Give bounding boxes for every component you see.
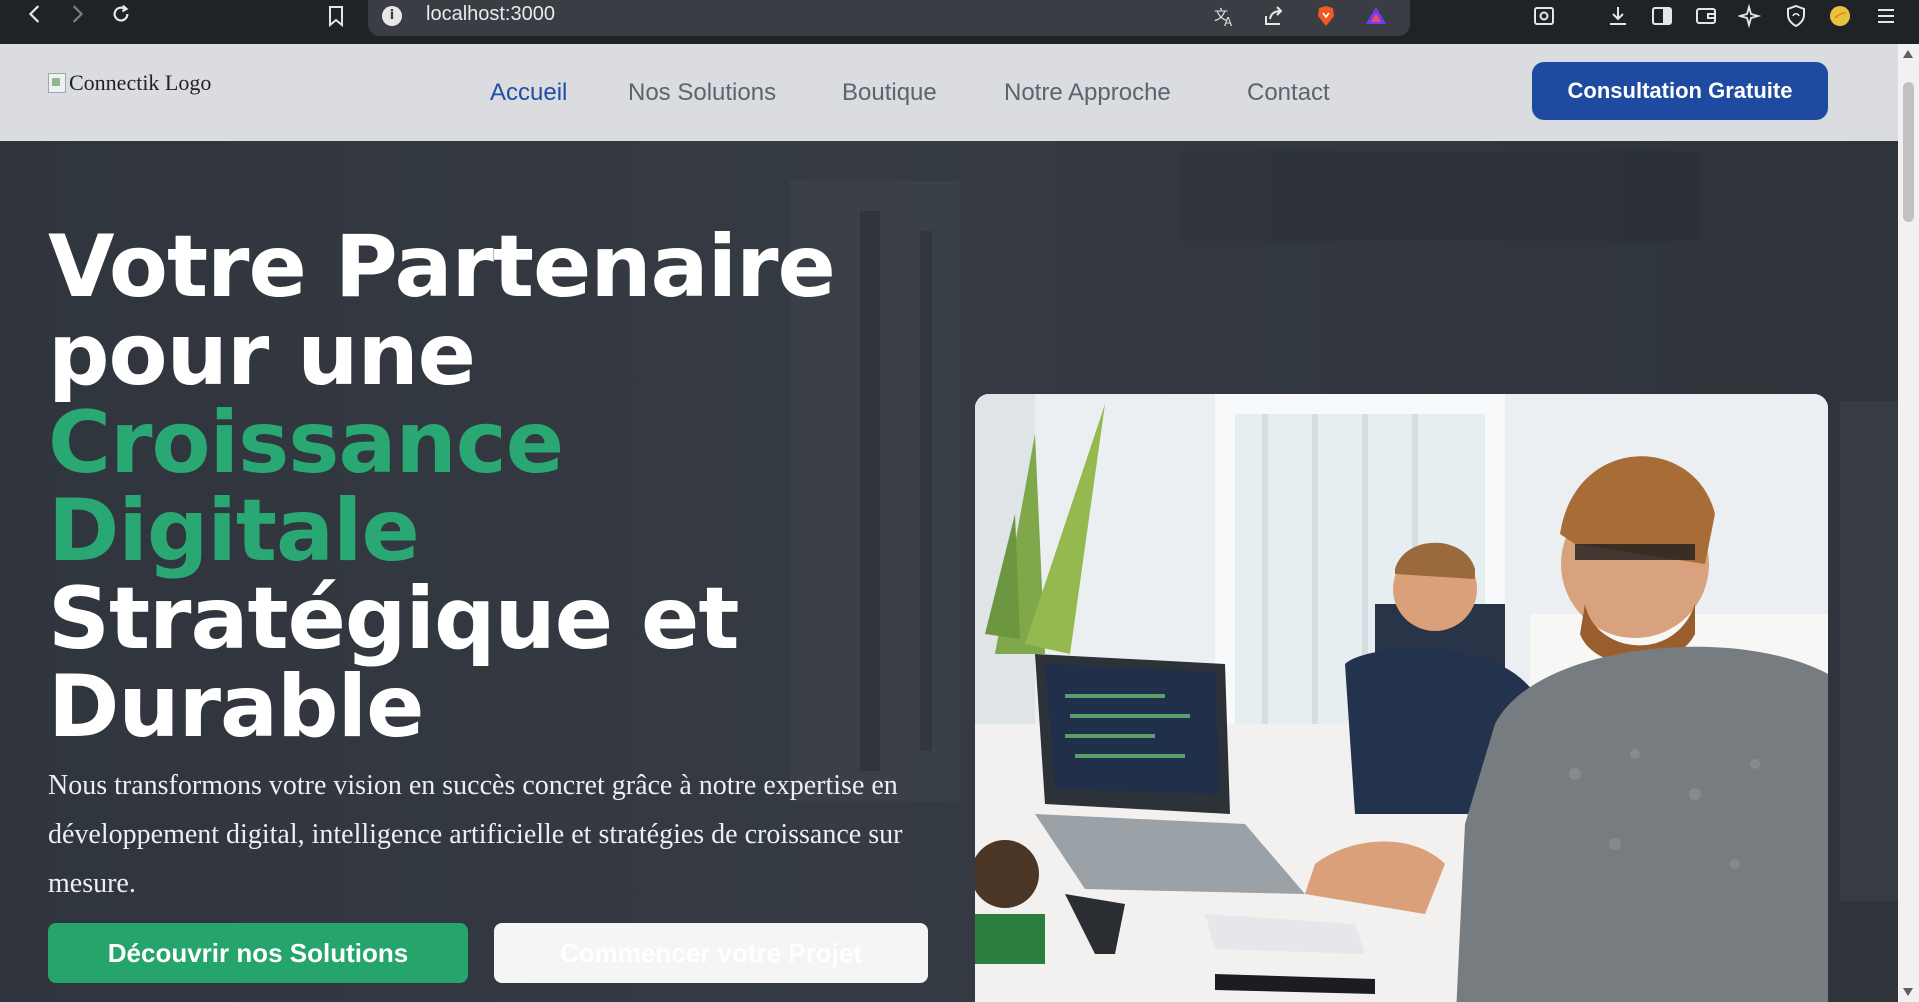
address-bar[interactable]: i localhost:3000 文A	[368, 0, 1410, 36]
hero-section: Votre Partenaire pour une Croissance Dig…	[0, 141, 1898, 1002]
hero-title-highlight: Croissance	[48, 392, 564, 493]
start-project-button[interactable]: Commencer votre Projet	[494, 923, 928, 983]
page-viewport: Connectik Logo Accueil Nos Solutions Bou…	[0, 44, 1898, 1002]
hero-title-line: pour une	[48, 304, 476, 405]
nav-item-boutique[interactable]: Boutique	[842, 79, 937, 107]
broken-image-icon	[48, 73, 66, 93]
forward-icon[interactable]	[62, 0, 92, 28]
logo[interactable]: Connectik Logo	[48, 70, 211, 96]
hero-title-line: Stratégique et	[48, 568, 739, 669]
office-workers-illustration	[975, 394, 1828, 1002]
sidebar-icon[interactable]	[1648, 2, 1676, 30]
hero-title-line: Votre Partenaire	[48, 216, 836, 317]
menu-icon[interactable]	[1872, 2, 1900, 30]
site-header: Connectik Logo Accueil Nos Solutions Bou…	[0, 44, 1898, 141]
share-icon[interactable]	[1260, 2, 1288, 30]
url-text: localhost:3000	[426, 3, 555, 25]
translate-icon[interactable]: 文A	[1210, 2, 1238, 30]
back-icon[interactable]	[20, 0, 50, 28]
svg-text:A: A	[1224, 15, 1233, 28]
browser-toolbar: i localhost:3000 文A	[0, 0, 1919, 44]
triangle-icon[interactable]	[1362, 2, 1390, 30]
brave-icon[interactable]	[1312, 2, 1340, 30]
hero-description: Nous transformons votre vision en succès…	[48, 770, 903, 899]
scroll-thumb[interactable]	[1903, 82, 1914, 222]
hero-title: Votre Partenaire pour une Croissance Dig…	[48, 223, 948, 751]
scroll-up-icon[interactable]	[1903, 50, 1913, 58]
logo-alt-text: Connectik Logo	[69, 70, 212, 95]
nav-item-notre-approche[interactable]: Notre Approche	[1004, 79, 1171, 107]
ai-icon[interactable]	[1736, 2, 1764, 30]
hero-photo	[975, 394, 1828, 1002]
profile-icon[interactable]	[1826, 2, 1854, 30]
wallet-icon[interactable]	[1692, 2, 1720, 30]
bookmark-icon[interactable]	[322, 2, 350, 30]
screenshot-icon[interactable]	[1530, 2, 1558, 30]
shield-icon[interactable]	[1782, 2, 1810, 30]
hero-title-line: Durable	[48, 656, 424, 757]
nav-item-accueil[interactable]: Accueil	[490, 79, 567, 107]
nav-item-nos-solutions[interactable]: Nos Solutions	[628, 79, 776, 107]
scroll-down-icon[interactable]	[1903, 988, 1913, 996]
reload-icon[interactable]	[106, 0, 136, 28]
download-icon[interactable]	[1604, 2, 1632, 30]
discover-solutions-button[interactable]: Découvrir nos Solutions	[48, 923, 468, 983]
info-icon[interactable]: i	[382, 6, 402, 26]
consultation-button[interactable]: Consultation Gratuite	[1532, 62, 1828, 120]
nav-item-contact[interactable]: Contact	[1247, 79, 1330, 107]
hero-title-highlight: Digitale	[48, 480, 420, 581]
scrollbar[interactable]	[1898, 44, 1919, 1002]
